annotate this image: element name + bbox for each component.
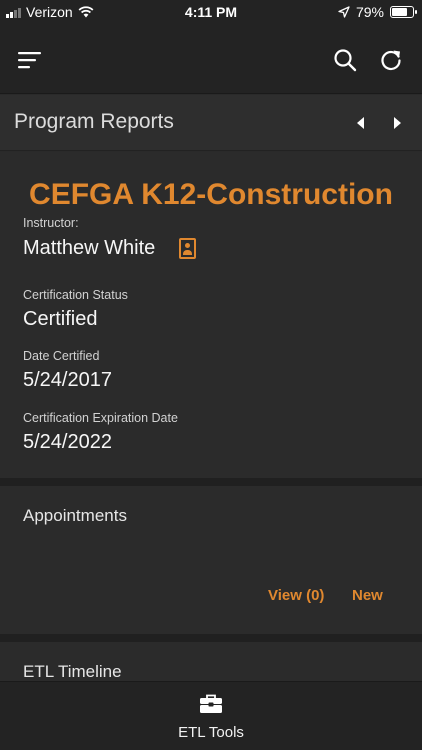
appointments-title: Appointments [23,506,127,525]
refresh-icon [381,50,401,71]
nav-bar [0,26,422,94]
status-right: 79% [338,4,417,20]
battery-icon [390,6,417,18]
toolbox-icon [200,694,222,713]
section-divider [0,478,422,486]
new-appointment-button[interactable]: New [352,587,383,604]
appointments-card: Appointments View (0) New [0,486,422,634]
tab-etl-tools[interactable]: ETL Tools [161,682,261,750]
location-arrow-icon [338,6,350,18]
tab-bar: ETL Tools [0,681,422,750]
instructor-name: Matthew White [23,237,156,259]
cert-status-value: Certified [23,308,98,330]
program-card: CEFGA K12-Construction Instructor: Matth… [0,152,422,478]
date-certified-value: 5/24/2017 [23,369,112,391]
date-certified-label: Date Certified [23,349,100,363]
tab-etl-tools-label: ETL Tools [178,724,244,741]
cert-status-label: Certification Status [23,288,128,302]
menu-button[interactable] [12,42,48,78]
program-name: CEFGA K12-Construction [29,178,393,211]
timeline-card: ETL Timeline [0,642,422,682]
instructor-label: Instructor: [23,216,79,230]
expiration-date-label: Certification Expiration Date [23,411,178,425]
previous-arrow-icon[interactable] [353,115,369,131]
title-bar: Program Reports [0,95,422,151]
contact-card-icon[interactable] [179,238,196,259]
battery-percent: 79% [355,4,384,20]
section-divider [0,634,422,642]
view-appointments-button[interactable]: View (0) [268,587,324,604]
refresh-button[interactable] [373,42,409,78]
search-button[interactable] [327,42,363,78]
next-arrow-icon[interactable] [389,115,405,131]
menu-icon [18,52,41,69]
timeline-title: ETL Timeline [23,662,122,681]
page-title: Program Reports [14,110,174,133]
expiration-date-value: 5/24/2022 [23,431,112,453]
search-icon [334,49,357,72]
status-bar: Verizon 4:11 PM 79% [0,0,422,26]
